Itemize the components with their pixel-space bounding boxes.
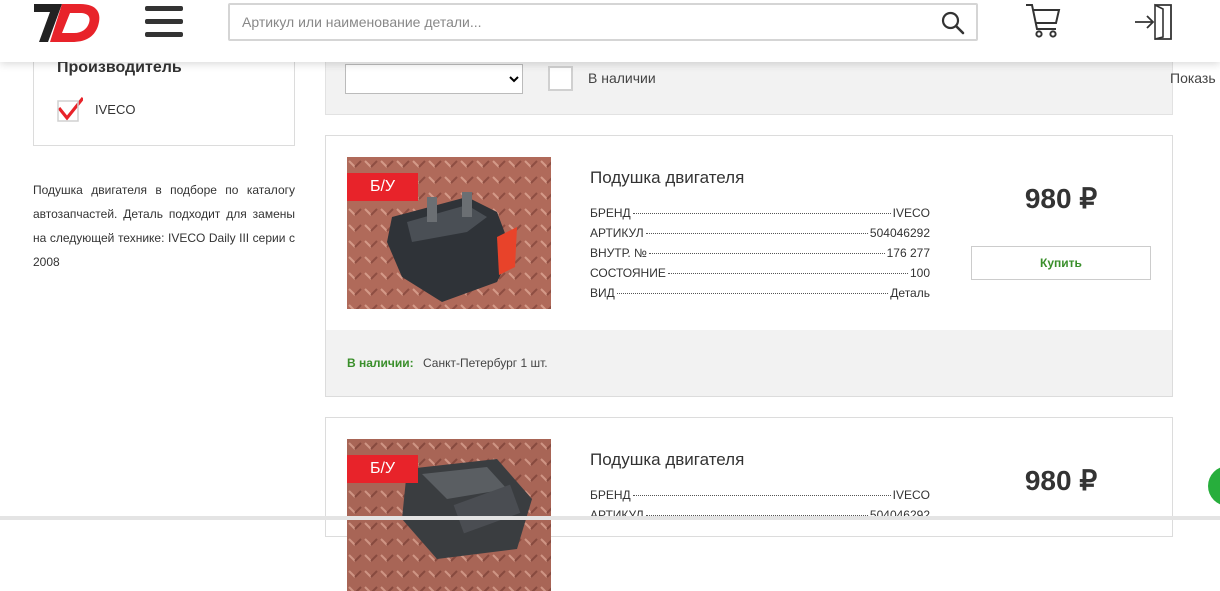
spec-row-brand: БРЕНД IVECO — [590, 488, 930, 508]
product-price: 980 ₽ — [1024, 183, 1098, 214]
product-image[interactable]: Б/У — [347, 439, 551, 591]
stock-title: В наличии: — [347, 356, 414, 370]
spec-key: ВНУТР. № — [590, 246, 647, 260]
in-stock-label: В наличии — [588, 70, 656, 86]
spec-key: БРЕНД — [590, 488, 631, 502]
buy-button[interactable]: Купить — [971, 246, 1151, 280]
spec-key: БРЕНД — [590, 206, 631, 220]
spec-key: СОСТОЯНИЕ — [590, 266, 666, 280]
show-count-label: Показь — [1170, 70, 1216, 86]
spec-row-condition: СОСТОЯНИЕ 100 — [590, 266, 930, 286]
in-stock-checkbox[interactable] — [548, 66, 573, 91]
listing-toolbar: В наличии — [325, 55, 1173, 115]
product-title[interactable]: Подушка двигателя — [590, 450, 744, 470]
product-specs: БРЕНД IVECO АРТИКУЛ 504046292 — [590, 488, 930, 528]
site-header — [0, 0, 1220, 62]
condition-badge: Б/У — [347, 455, 418, 483]
spec-key: ВИД — [590, 286, 615, 300]
search-input[interactable] — [230, 5, 920, 39]
spec-key: АРТИКУЛ — [590, 226, 644, 240]
stock-info: Санкт-Петербург 1 шт. — [423, 356, 548, 370]
login-icon[interactable] — [1133, 3, 1175, 41]
page-edge — [0, 516, 1220, 520]
stock-availability: В наличии: Санкт-Петербург 1 шт. — [326, 330, 1172, 396]
checkmark-icon[interactable] — [57, 96, 83, 122]
spec-row-brand: БРЕНД IVECO — [590, 206, 930, 226]
spec-value: 504046292 — [869, 226, 930, 240]
product-price: 980 ₽ — [1024, 465, 1098, 496]
condition-badge: Б/У — [347, 173, 418, 201]
spec-row-article: АРТИКУЛ 504046292 — [590, 226, 930, 246]
spec-value: Деталь — [890, 286, 930, 300]
product-specs: БРЕНД IVECO АРТИКУЛ 504046292 ВНУТР. № 176 … — [590, 206, 930, 306]
product-image[interactable]: Б/У — [347, 157, 551, 309]
chat-button[interactable] — [1208, 466, 1220, 506]
spec-value: IVECO — [892, 488, 930, 502]
search-box — [228, 3, 978, 41]
menu-icon[interactable] — [145, 6, 183, 38]
spec-value: 176 277 — [886, 246, 930, 260]
spec-row-type: ВИД Деталь — [590, 286, 930, 306]
logo-icon[interactable] — [32, 2, 102, 44]
filter-item-label: IVECO — [95, 102, 136, 117]
spec-row-internal-number: ВНУТР. № 176 277 — [590, 246, 930, 266]
search-icon[interactable] — [940, 10, 966, 36]
product-title[interactable]: Подушка двигателя — [590, 168, 744, 188]
product-card: Б/У Подушка двигателя БРЕНД IVECO АРТИКУЛ… — [325, 135, 1173, 397]
category-description: Подушка двигателя в подборе по каталогу … — [33, 183, 295, 269]
spec-value: IVECO — [892, 206, 930, 220]
sort-select[interactable] — [345, 64, 523, 94]
spec-value: 100 — [909, 266, 930, 280]
cart-icon[interactable] — [1024, 2, 1062, 40]
